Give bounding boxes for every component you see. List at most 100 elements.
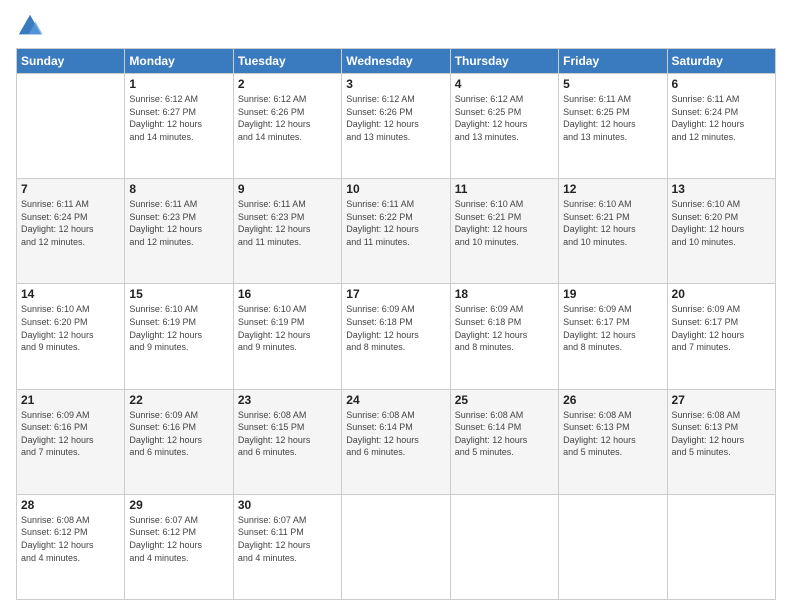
calendar-cell: 27 Sunrise: 6:08 AMSunset: 6:13 PMDayligh…	[667, 389, 775, 494]
day-info: Sunrise: 6:11 AMSunset: 6:22 PMDaylight:…	[346, 198, 445, 248]
logo-icon	[16, 12, 44, 40]
calendar-cell: 3 Sunrise: 6:12 AMSunset: 6:26 PMDaylight…	[342, 74, 450, 179]
calendar-cell: 7 Sunrise: 6:11 AMSunset: 6:24 PMDaylight…	[17, 179, 125, 284]
calendar-cell: 6 Sunrise: 6:11 AMSunset: 6:24 PMDaylight…	[667, 74, 775, 179]
calendar-cell: 10 Sunrise: 6:11 AMSunset: 6:22 PMDayligh…	[342, 179, 450, 284]
day-info: Sunrise: 6:07 AMSunset: 6:11 PMDaylight:…	[238, 514, 337, 564]
day-info: Sunrise: 6:11 AMSunset: 6:25 PMDaylight:…	[563, 93, 662, 143]
day-info: Sunrise: 6:09 AMSunset: 6:18 PMDaylight:…	[455, 303, 554, 353]
calendar-cell: 24 Sunrise: 6:08 AMSunset: 6:14 PMDayligh…	[342, 389, 450, 494]
day-number: 28	[21, 498, 120, 512]
day-number: 29	[129, 498, 228, 512]
weekday-header-monday: Monday	[125, 49, 233, 74]
calendar-cell	[667, 494, 775, 599]
day-info: Sunrise: 6:10 AMSunset: 6:20 PMDaylight:…	[672, 198, 771, 248]
weekday-header-sunday: Sunday	[17, 49, 125, 74]
day-number: 20	[672, 287, 771, 301]
day-info: Sunrise: 6:08 AMSunset: 6:14 PMDaylight:…	[346, 409, 445, 459]
day-number: 5	[563, 77, 662, 91]
weekday-header-tuesday: Tuesday	[233, 49, 341, 74]
weekday-header-saturday: Saturday	[667, 49, 775, 74]
day-info: Sunrise: 6:08 AMSunset: 6:14 PMDaylight:…	[455, 409, 554, 459]
calendar-cell: 25 Sunrise: 6:08 AMSunset: 6:14 PMDayligh…	[450, 389, 558, 494]
day-info: Sunrise: 6:10 AMSunset: 6:20 PMDaylight:…	[21, 303, 120, 353]
day-info: Sunrise: 6:09 AMSunset: 6:16 PMDaylight:…	[21, 409, 120, 459]
calendar-cell: 8 Sunrise: 6:11 AMSunset: 6:23 PMDaylight…	[125, 179, 233, 284]
day-number: 19	[563, 287, 662, 301]
calendar-cell	[342, 494, 450, 599]
calendar-cell: 28 Sunrise: 6:08 AMSunset: 6:12 PMDayligh…	[17, 494, 125, 599]
day-number: 16	[238, 287, 337, 301]
day-number: 8	[129, 182, 228, 196]
day-info: Sunrise: 6:12 AMSunset: 6:26 PMDaylight:…	[346, 93, 445, 143]
day-number: 18	[455, 287, 554, 301]
calendar-table: SundayMondayTuesdayWednesdayThursdayFrid…	[16, 48, 776, 600]
day-number: 30	[238, 498, 337, 512]
calendar-cell	[17, 74, 125, 179]
calendar-cell: 21 Sunrise: 6:09 AMSunset: 6:16 PMDayligh…	[17, 389, 125, 494]
week-row-3: 14 Sunrise: 6:10 AMSunset: 6:20 PMDayligh…	[17, 284, 776, 389]
day-number: 4	[455, 77, 554, 91]
week-row-4: 21 Sunrise: 6:09 AMSunset: 6:16 PMDayligh…	[17, 389, 776, 494]
day-number: 2	[238, 77, 337, 91]
day-number: 14	[21, 287, 120, 301]
weekday-header-wednesday: Wednesday	[342, 49, 450, 74]
day-number: 21	[21, 393, 120, 407]
weekday-header-row: SundayMondayTuesdayWednesdayThursdayFrid…	[17, 49, 776, 74]
calendar-cell: 1 Sunrise: 6:12 AMSunset: 6:27 PMDaylight…	[125, 74, 233, 179]
page: SundayMondayTuesdayWednesdayThursdayFrid…	[0, 0, 792, 612]
day-info: Sunrise: 6:09 AMSunset: 6:17 PMDaylight:…	[563, 303, 662, 353]
calendar-cell	[559, 494, 667, 599]
day-number: 11	[455, 182, 554, 196]
calendar-cell: 30 Sunrise: 6:07 AMSunset: 6:11 PMDayligh…	[233, 494, 341, 599]
day-info: Sunrise: 6:10 AMSunset: 6:19 PMDaylight:…	[129, 303, 228, 353]
day-info: Sunrise: 6:11 AMSunset: 6:23 PMDaylight:…	[238, 198, 337, 248]
calendar-cell: 5 Sunrise: 6:11 AMSunset: 6:25 PMDaylight…	[559, 74, 667, 179]
day-number: 6	[672, 77, 771, 91]
day-info: Sunrise: 6:12 AMSunset: 6:27 PMDaylight:…	[129, 93, 228, 143]
day-info: Sunrise: 6:11 AMSunset: 6:24 PMDaylight:…	[672, 93, 771, 143]
day-info: Sunrise: 6:09 AMSunset: 6:18 PMDaylight:…	[346, 303, 445, 353]
day-number: 22	[129, 393, 228, 407]
day-number: 25	[455, 393, 554, 407]
day-number: 26	[563, 393, 662, 407]
week-row-2: 7 Sunrise: 6:11 AMSunset: 6:24 PMDaylight…	[17, 179, 776, 284]
calendar-cell: 9 Sunrise: 6:11 AMSunset: 6:23 PMDaylight…	[233, 179, 341, 284]
day-number: 9	[238, 182, 337, 196]
calendar-cell: 12 Sunrise: 6:10 AMSunset: 6:21 PMDayligh…	[559, 179, 667, 284]
day-info: Sunrise: 6:10 AMSunset: 6:21 PMDaylight:…	[563, 198, 662, 248]
day-number: 17	[346, 287, 445, 301]
day-number: 7	[21, 182, 120, 196]
logo	[16, 12, 48, 40]
calendar-cell: 29 Sunrise: 6:07 AMSunset: 6:12 PMDayligh…	[125, 494, 233, 599]
calendar-cell: 11Sunrise: 6:10 AMSunset: 6:21 PMDayligh…	[450, 179, 558, 284]
calendar-cell: 17 Sunrise: 6:09 AMSunset: 6:18 PMDayligh…	[342, 284, 450, 389]
day-info: Sunrise: 6:11 AMSunset: 6:23 PMDaylight:…	[129, 198, 228, 248]
calendar-cell: 15Sunrise: 6:10 AMSunset: 6:19 PMDayligh…	[125, 284, 233, 389]
calendar-cell: 23Sunrise: 6:08 AMSunset: 6:15 PMDayligh…	[233, 389, 341, 494]
calendar-cell: 18 Sunrise: 6:09 AMSunset: 6:18 PMDayligh…	[450, 284, 558, 389]
calendar-cell: 4 Sunrise: 6:12 AMSunset: 6:25 PMDaylight…	[450, 74, 558, 179]
day-number: 24	[346, 393, 445, 407]
weekday-header-thursday: Thursday	[450, 49, 558, 74]
calendar-cell: 22Sunrise: 6:09 AMSunset: 6:16 PMDayligh…	[125, 389, 233, 494]
day-info: Sunrise: 6:11 AMSunset: 6:24 PMDaylight:…	[21, 198, 120, 248]
day-info: Sunrise: 6:08 AMSunset: 6:12 PMDaylight:…	[21, 514, 120, 564]
day-info: Sunrise: 6:07 AMSunset: 6:12 PMDaylight:…	[129, 514, 228, 564]
day-number: 1	[129, 77, 228, 91]
day-number: 3	[346, 77, 445, 91]
calendar-cell: 20Sunrise: 6:09 AMSunset: 6:17 PMDayligh…	[667, 284, 775, 389]
day-number: 12	[563, 182, 662, 196]
header	[16, 12, 776, 40]
weekday-header-friday: Friday	[559, 49, 667, 74]
day-info: Sunrise: 6:08 AMSunset: 6:13 PMDaylight:…	[563, 409, 662, 459]
day-info: Sunrise: 6:12 AMSunset: 6:25 PMDaylight:…	[455, 93, 554, 143]
day-info: Sunrise: 6:08 AMSunset: 6:13 PMDaylight:…	[672, 409, 771, 459]
calendar-cell: 26 Sunrise: 6:08 AMSunset: 6:13 PMDayligh…	[559, 389, 667, 494]
day-info: Sunrise: 6:12 AMSunset: 6:26 PMDaylight:…	[238, 93, 337, 143]
week-row-1: 1 Sunrise: 6:12 AMSunset: 6:27 PMDaylight…	[17, 74, 776, 179]
day-number: 10	[346, 182, 445, 196]
day-number: 23	[238, 393, 337, 407]
calendar-cell: 14 Sunrise: 6:10 AMSunset: 6:20 PMDayligh…	[17, 284, 125, 389]
day-number: 27	[672, 393, 771, 407]
